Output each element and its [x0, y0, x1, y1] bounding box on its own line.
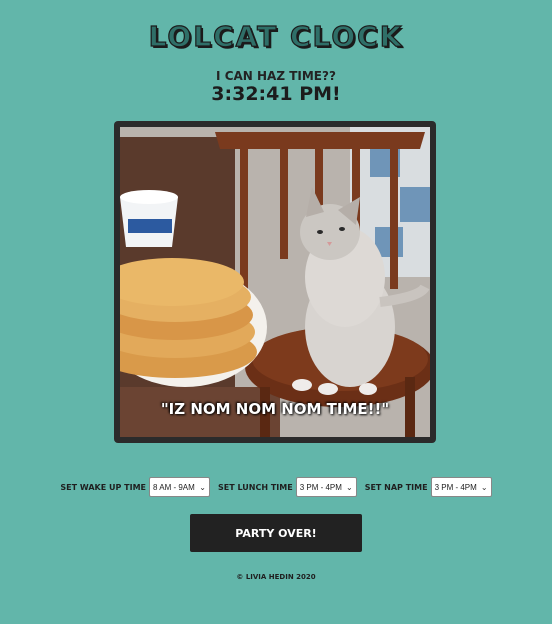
wake-up-select[interactable]: 8 AM - 9AM ⌄ — [149, 477, 210, 497]
wake-up-value: 8 AM - 9AM — [153, 482, 195, 492]
wake-up-control: SET WAKE UP TIME 8 AM - 9AM ⌄ — [60, 477, 210, 497]
chevron-down-icon: ⌄ — [199, 482, 206, 492]
lunch-label: SET LUNCH TIME — [218, 482, 293, 492]
lunch-control: SET LUNCH TIME 3 PM - 4PM ⌄ — [218, 477, 357, 497]
lunch-value: 3 PM - 4PM — [299, 482, 342, 492]
wake-up-label: SET WAKE UP TIME — [60, 482, 146, 492]
nap-value: 3 PM - 4PM — [434, 482, 477, 492]
nap-label: SET NAP TIME — [364, 482, 428, 492]
chevron-down-icon: ⌄ — [345, 482, 353, 492]
time-settings: SET WAKE UP TIME 8 AM - 9AM ⌄ SET LUNCH … — [0, 475, 552, 499]
clock-display: 3:32:41 PM! — [211, 83, 341, 105]
time-subtitle: I CAN HAZ TIME?? — [216, 69, 336, 83]
nap-control: SET NAP TIME 3 PM - 4PM ⌄ — [365, 477, 492, 497]
photo-caption: "IZ NOM NOM NOM TIME!!" — [160, 400, 390, 418]
footer-credit: © LIVIA HEDIN 2020 — [236, 573, 316, 581]
lolcat-image — [120, 127, 430, 437]
page-title: LOLCAT CLOCK — [148, 19, 404, 53]
lolcat-photo-frame — [114, 121, 436, 443]
chevron-down-icon: ⌄ — [480, 482, 488, 492]
lunch-select[interactable]: 3 PM - 4PM ⌄ — [295, 477, 357, 497]
party-over-button[interactable]: PARTY OVER! — [190, 514, 362, 552]
nap-select[interactable]: 3 PM - 4PM ⌄ — [430, 477, 492, 497]
